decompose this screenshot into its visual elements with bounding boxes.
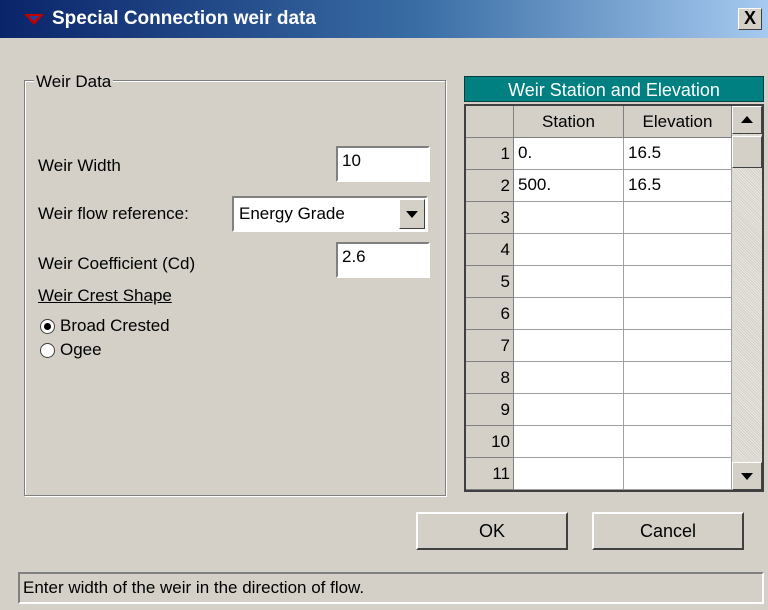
station-cell[interactable] — [514, 234, 624, 266]
row-header[interactable]: 11 — [466, 458, 514, 490]
weir-width-input[interactable]: 10 — [336, 146, 430, 182]
elevation-cell[interactable] — [624, 234, 732, 266]
weir-flow-reference-label: Weir flow reference: — [38, 204, 189, 223]
row-header[interactable]: 5 — [466, 266, 514, 298]
station-cell[interactable] — [514, 298, 624, 330]
app-icon — [24, 14, 44, 25]
elevation-cell[interactable] — [624, 394, 732, 426]
elevation-cell[interactable] — [624, 362, 732, 394]
elevation-cell[interactable] — [624, 330, 732, 362]
station-cell[interactable] — [514, 426, 624, 458]
elevation-cell[interactable] — [624, 426, 732, 458]
elevation-cell[interactable] — [624, 298, 732, 330]
scroll-up-button[interactable] — [732, 106, 762, 134]
station-cell[interactable] — [514, 330, 624, 362]
chevron-down-icon — [406, 211, 418, 218]
broad-crested-label[interactable]: Broad Crested — [60, 316, 170, 336]
ogee-radio[interactable] — [40, 343, 55, 358]
station-cell[interactable]: 500. — [514, 170, 624, 202]
table-title: Weir Station and Elevation — [464, 76, 764, 102]
row-header[interactable]: 2 — [466, 170, 514, 202]
ogee-label[interactable]: Ogee — [60, 340, 102, 360]
column-header-station[interactable]: Station — [514, 106, 624, 138]
station-cell[interactable] — [514, 458, 624, 490]
corner-header — [466, 106, 514, 138]
station-cell[interactable] — [514, 362, 624, 394]
elevation-cell[interactable] — [624, 202, 732, 234]
row-header[interactable]: 10 — [466, 426, 514, 458]
weir-flow-reference-select[interactable]: Energy Grade — [232, 196, 428, 232]
row-header[interactable]: 9 — [466, 394, 514, 426]
vertical-scrollbar[interactable] — [732, 106, 762, 490]
radio-selected-dot — [44, 323, 51, 330]
row-header[interactable]: 4 — [466, 234, 514, 266]
broad-crested-radio[interactable] — [40, 319, 55, 334]
column-header-elevation[interactable]: Elevation — [624, 106, 732, 138]
row-header[interactable]: 1 — [466, 138, 514, 170]
elevation-cell[interactable]: 16.5 — [624, 138, 732, 170]
elevation-cell[interactable]: 16.5 — [624, 170, 732, 202]
station-cell[interactable] — [514, 394, 624, 426]
scroll-down-button[interactable] — [732, 462, 762, 490]
station-elevation-table: Station Elevation 1 0. 16.5 2 500. 16.5 3 4 5 6 7 8… — [464, 104, 764, 492]
station-cell[interactable] — [514, 266, 624, 298]
title-bar[interactable]: Special Connection weir data X — [0, 0, 768, 38]
scroll-thumb[interactable] — [732, 136, 762, 168]
ok-button[interactable]: OK — [416, 512, 568, 550]
arrow-up-icon — [741, 116, 753, 123]
row-header[interactable]: 3 — [466, 202, 514, 234]
weir-coefficient-label: Weir Coefficient (Cd) — [38, 254, 196, 273]
window-title: Special Connection weir data — [52, 8, 316, 29]
station-cell[interactable] — [514, 202, 624, 234]
station-cell[interactable]: 0. — [514, 138, 624, 170]
close-button[interactable]: X — [738, 8, 762, 30]
elevation-cell[interactable] — [624, 266, 732, 298]
arrow-down-icon — [741, 473, 753, 480]
weir-coefficient-input[interactable]: 2.6 — [336, 242, 430, 278]
row-header[interactable]: 6 — [466, 298, 514, 330]
row-header[interactable]: 7 — [466, 330, 514, 362]
weir-data-group-label: Weir Data — [34, 72, 114, 92]
weir-flow-reference-value: Energy Grade — [239, 204, 345, 223]
status-bar: Enter width of the weir in the direction… — [18, 572, 764, 604]
weir-width-label: Weir Width — [38, 156, 121, 175]
dropdown-button[interactable] — [399, 199, 425, 229]
elevation-cell[interactable] — [624, 458, 732, 490]
weir-crest-shape-label: Weir Crest Shape — [38, 286, 172, 305]
row-header[interactable]: 8 — [466, 362, 514, 394]
cancel-button[interactable]: Cancel — [592, 512, 744, 550]
